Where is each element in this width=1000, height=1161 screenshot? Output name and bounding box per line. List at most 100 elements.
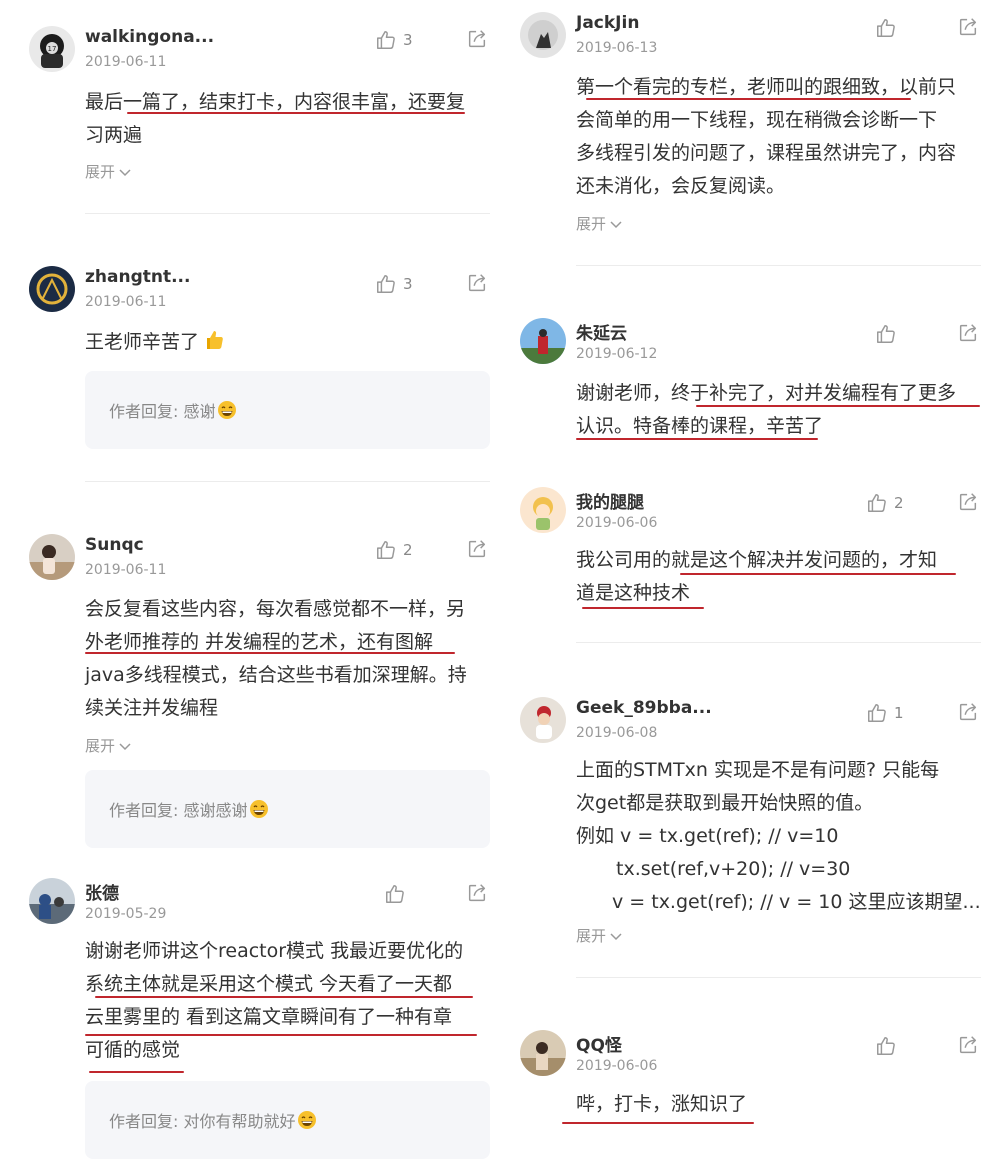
- share-icon: [957, 701, 979, 723]
- avatar[interactable]: [29, 266, 75, 312]
- expand-button[interactable]: 展开: [85, 161, 131, 182]
- thumbs-up-emoji-icon: [201, 328, 225, 352]
- like-button[interactable]: 1: [866, 701, 904, 725]
- comment-line: 会简单的用一下线程，现在稍微会诊断一下: [576, 109, 938, 131]
- like-button[interactable]: 3: [375, 28, 413, 52]
- username[interactable]: 朱延云: [576, 319, 627, 344]
- underline-mark: [582, 607, 704, 609]
- comment-zhangtnt: zhangtnt... 2019-06-11 3 王老师辛苦了 作者回复: 感谢: [29, 266, 499, 456]
- expand-button[interactable]: 展开: [85, 735, 131, 756]
- expand-button[interactable]: 展开: [576, 925, 622, 946]
- expand-label: 展开: [576, 215, 607, 233]
- comment-line: 会反复看这些内容，每次看感觉都不一样，另: [85, 598, 466, 620]
- underline-mark: [696, 405, 980, 407]
- share-button[interactable]: [957, 16, 979, 38]
- like-button[interactable]: [384, 882, 412, 906]
- avatar[interactable]: 17: [29, 26, 75, 72]
- like-button[interactable]: [875, 16, 903, 40]
- share-button[interactable]: [957, 491, 979, 513]
- share-icon: [466, 28, 488, 50]
- comment-line: java多线程模式，结合这些书看加深理解。持: [85, 664, 467, 686]
- comment-qqguai: QQ怪 2019-06-06 哔，打卡，涨知识了: [520, 1030, 990, 1150]
- comment-date: 2019-06-06: [576, 1058, 658, 1074]
- underline-mark: [680, 573, 956, 575]
- comment-date: 2019-06-12: [576, 346, 658, 362]
- username[interactable]: 我的腿腿: [576, 488, 644, 513]
- underline-mark: [127, 112, 465, 114]
- comment-wodetuitui: 我的腿腿 2019-06-06 2 我公司用的就是这个解决并发问题的，才知 道是…: [520, 487, 990, 627]
- thumbs-up-icon: [875, 323, 897, 345]
- avatar[interactable]: [520, 487, 566, 533]
- expand-button[interactable]: 展开: [576, 213, 622, 234]
- thumbs-up-icon: [375, 539, 397, 561]
- avatar[interactable]: [520, 318, 566, 364]
- like-button[interactable]: 2: [866, 491, 904, 515]
- share-button[interactable]: [466, 538, 488, 560]
- comment-line: 云里雾里的 看到这篇文章瞬间有了一种有章: [85, 1006, 453, 1028]
- author-reply: 作者回复: 对你有帮助就好: [85, 1081, 490, 1159]
- like-count: 2: [403, 541, 413, 559]
- like-button[interactable]: [875, 322, 903, 346]
- username[interactable]: walkingona...: [85, 27, 214, 47]
- comment-date: 2019-06-11: [85, 562, 167, 578]
- like-button[interactable]: [875, 1034, 903, 1058]
- comment-line: v = tx.get(ref); // v = 10 这里应该期望...: [612, 891, 981, 913]
- share-button[interactable]: [957, 322, 979, 344]
- username[interactable]: zhangtnt...: [85, 267, 190, 287]
- comment-walkingona: 17 walkingona... 2019-06-11 3 最后一篇了，结束打卡…: [29, 26, 499, 186]
- thumbs-up-icon: [866, 492, 888, 514]
- share-button[interactable]: [957, 1034, 979, 1056]
- share-icon: [957, 322, 979, 344]
- expand-label: 展开: [576, 927, 607, 945]
- divider: [85, 213, 490, 214]
- like-button[interactable]: 2: [375, 538, 413, 562]
- grinning-face-icon: [249, 799, 269, 819]
- avatar[interactable]: [29, 878, 75, 924]
- share-icon: [466, 882, 488, 904]
- like-count: 3: [403, 275, 413, 293]
- username[interactable]: Geek_89bba...: [576, 698, 712, 718]
- share-button[interactable]: [466, 272, 488, 294]
- comment-body: 王老师辛苦了: [85, 326, 225, 359]
- comment-body: 哔，打卡，涨知识了: [576, 1088, 747, 1121]
- thumbs-up-icon: [375, 29, 397, 51]
- comment-body: 谢谢老师，终于补完了，对并发编程有了更多 认识。特备棒的课程，辛苦了: [576, 377, 956, 443]
- comment-geek89bba: Geek_89bba... 2019-06-08 1 上面的STMTxn 实现是…: [520, 697, 990, 957]
- like-count: 1: [894, 704, 904, 722]
- underline-mark: [586, 98, 911, 100]
- username[interactable]: JackJin: [576, 13, 639, 33]
- comment-line: 可循的感觉: [85, 1039, 181, 1061]
- thumbs-up-icon: [875, 1035, 897, 1057]
- username[interactable]: 张德: [85, 879, 119, 904]
- grinning-face-icon: [297, 1110, 317, 1130]
- avatar[interactable]: [520, 697, 566, 743]
- comment-line: tx.set(ref,v+20); // v=30: [616, 858, 851, 880]
- share-button[interactable]: [466, 28, 488, 50]
- username[interactable]: QQ怪: [576, 1031, 622, 1056]
- share-icon: [466, 538, 488, 560]
- share-button[interactable]: [957, 701, 979, 723]
- comment-sunqc: Sunqc 2019-06-11 2 会反复看这些内容，每次看感觉都不一样，另 …: [29, 534, 499, 854]
- comment-line: 例如 v = tx.get(ref); // v=10: [576, 825, 839, 847]
- comment-body: 最后一篇了，结束打卡，内容很丰富，还要复 习两遍: [85, 86, 465, 152]
- username[interactable]: Sunqc: [85, 535, 144, 555]
- avatar[interactable]: [520, 1030, 566, 1076]
- comment-body: 我公司用的就是这个解决并发问题的，才知 道是这种技术: [576, 544, 937, 610]
- avatar[interactable]: [29, 534, 75, 580]
- underline-mark: [562, 1122, 754, 1124]
- underline-mark: [85, 652, 455, 654]
- avatar[interactable]: [520, 12, 566, 58]
- grinning-face-icon: [217, 400, 237, 420]
- comment-date: 2019-06-13: [576, 40, 658, 56]
- divider: [85, 481, 490, 482]
- comment-line: 外老师推荐的 并发编程的艺术，还有图解: [85, 631, 434, 653]
- divider: [576, 265, 981, 266]
- like-count: 3: [403, 31, 413, 49]
- comment-text: 王老师辛苦了: [85, 331, 200, 353]
- reply-text: 作者回复: 对你有帮助就好: [109, 1112, 296, 1131]
- like-button[interactable]: 3: [375, 272, 413, 296]
- comment-date: 2019-06-06: [576, 515, 658, 531]
- underline-mark: [89, 1071, 184, 1073]
- comment-body: 谢谢老师讲这个reactor模式 我最近要优化的 系统主体就是采用这个模式 今天…: [85, 935, 463, 1067]
- share-button[interactable]: [466, 882, 488, 904]
